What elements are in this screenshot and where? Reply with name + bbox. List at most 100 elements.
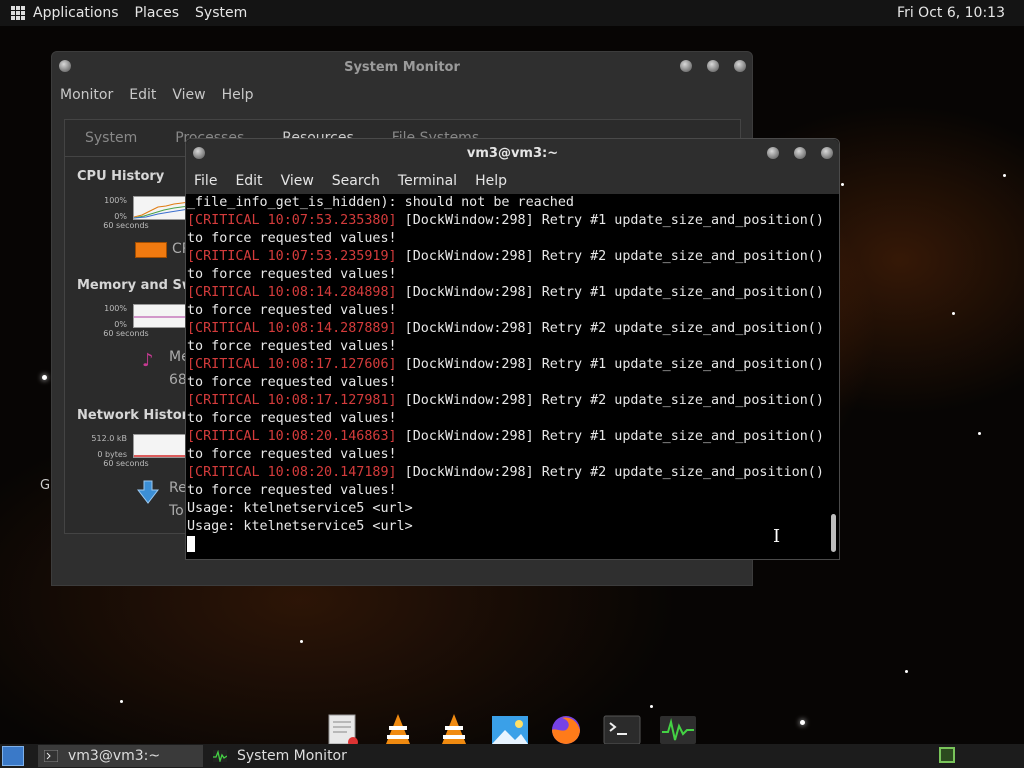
terminal-line: to force requested values! [187, 303, 397, 318]
system-monitor-icon [213, 750, 227, 762]
tab-system[interactable]: System [85, 130, 137, 146]
apps-grid-icon[interactable] [11, 6, 25, 20]
minimize-button[interactable] [680, 60, 692, 72]
menu-view[interactable]: View [172, 87, 205, 103]
terminal-menubar: File Edit View Search Terminal Help [186, 168, 839, 194]
terminal-cursor [187, 536, 195, 552]
cpu-graph-lines [133, 201, 190, 219]
critical-tag: [CRITICAL 10:08:20.146863] [187, 429, 397, 444]
cpu-history-title: CPU History [77, 169, 165, 184]
terminal-titlebar[interactable]: vm3@vm3:~ [186, 139, 839, 168]
terminal-icon[interactable] [603, 712, 641, 745]
star [120, 700, 123, 703]
terminal-title: vm3@vm3:~ [466, 146, 559, 161]
memory-axis-bottom: 0% [114, 320, 127, 329]
memory-axis-top: 100% [104, 304, 127, 313]
star [1003, 174, 1006, 177]
network-axis-bottom: 0 bytes [97, 450, 127, 459]
menu-search[interactable]: Search [332, 173, 380, 189]
menu-system[interactable]: System [195, 5, 247, 21]
terminal-line: to force requested values! [187, 375, 397, 390]
critical-tag: [CRITICAL 10:08:17.127981] [187, 393, 397, 408]
terminal-line: [CRITICAL 10:08:17.127606] [DockWindow:2… [187, 357, 824, 372]
cpu-axis-top: 100% [104, 196, 127, 205]
taskbar-item-system-monitor[interactable]: System Monitor [207, 745, 353, 767]
menu-places[interactable]: Places [135, 5, 180, 21]
terminal-line: [CRITICAL 10:08:14.287889] [DockWindow:2… [187, 321, 824, 336]
desktop-label-fragment: G [40, 478, 51, 493]
critical-tag: [CRITICAL 10:08:14.287889] [187, 321, 397, 336]
firefox-icon[interactable] [547, 712, 585, 744]
star [42, 375, 47, 380]
taskbar-label: System Monitor [237, 748, 347, 764]
maximize-button[interactable] [794, 147, 806, 159]
terminal-line: [CRITICAL 10:08:20.146863] [DockWindow:2… [187, 429, 824, 444]
image-viewer-icon[interactable] [491, 712, 529, 744]
terminal-line: Usage: ktelnetservice5 <url> [187, 501, 413, 516]
text-editor-icon[interactable] [323, 712, 361, 747]
sysmon-titlebar[interactable]: System Monitor [52, 52, 752, 82]
dock [323, 712, 697, 747]
vlc-icon[interactable] [379, 712, 417, 744]
menu-applications[interactable]: Applications [33, 5, 119, 21]
star [300, 640, 303, 643]
sysmon-menubar: Monitor Edit View Help [52, 82, 752, 108]
close-button[interactable] [821, 147, 833, 159]
maximize-button[interactable] [707, 60, 719, 72]
workspace-switcher[interactable] [939, 747, 955, 763]
menu-edit[interactable]: Edit [129, 87, 156, 103]
terminal-line: _file_info_get_is_hidden): should not be… [187, 195, 574, 210]
memory-axis-span: 60 seconds [103, 329, 149, 338]
show-desktop-icon[interactable] [2, 746, 24, 766]
terminal-line: [CRITICAL 10:07:53.235380] [DockWindow:2… [187, 213, 824, 228]
terminal-line: [CRITICAL 10:08:20.147189] [DockWindow:2… [187, 465, 824, 480]
star [650, 705, 653, 708]
cpu-color-swatch[interactable] [135, 242, 167, 258]
network-graph [133, 434, 190, 458]
menu-help[interactable]: Help [475, 173, 507, 189]
menu-edit[interactable]: Edit [235, 173, 262, 189]
taskbar-label: vm3@vm3:~ [68, 748, 161, 764]
taskbar-item-terminal[interactable]: vm3@vm3:~ [38, 745, 203, 767]
network-history-title: Network History [77, 408, 197, 423]
vlc-icon[interactable] [435, 712, 473, 744]
critical-tag: [CRITICAL 10:07:53.235380] [187, 213, 397, 228]
clock[interactable]: Fri Oct 6, 10:13 [897, 5, 1005, 21]
terminal-scrollbar[interactable] [831, 514, 836, 552]
network-graph-lines [134, 455, 189, 457]
terminal-line: [CRITICAL 10:08:14.284898] [DockWindow:2… [187, 285, 824, 300]
cpu-axis-bottom: 0% [114, 212, 127, 221]
terminal-line: Usage: ktelnetservice5 <url> [187, 519, 413, 534]
bottom-panel: vm3@vm3:~ System Monitor [0, 744, 1024, 768]
star [841, 183, 844, 186]
menu-view[interactable]: View [281, 173, 314, 189]
close-button[interactable] [734, 60, 746, 72]
critical-tag: [CRITICAL 10:08:17.127606] [187, 357, 397, 372]
window-menu-button[interactable] [59, 60, 71, 72]
terminal-line: to force requested values! [187, 231, 397, 246]
menu-help[interactable]: Help [222, 87, 254, 103]
terminal-icon [44, 750, 58, 762]
star [978, 432, 981, 435]
terminal-line: to force requested values! [187, 411, 397, 426]
critical-tag: [CRITICAL 10:08:20.147189] [187, 465, 397, 480]
memory-graph [133, 304, 190, 328]
menu-monitor[interactable]: Monitor [60, 87, 113, 103]
window-menu-button[interactable] [193, 147, 205, 159]
menu-terminal[interactable]: Terminal [398, 173, 457, 189]
star [800, 720, 805, 725]
star [952, 312, 955, 315]
star [905, 670, 908, 673]
menu-file[interactable]: File [194, 173, 217, 189]
download-arrow-icon [136, 480, 160, 504]
system-monitor-icon[interactable] [659, 712, 697, 744]
cpu-graph [133, 196, 190, 220]
network-total-partial: To [169, 503, 184, 519]
terminal-line: [CRITICAL 10:08:17.127981] [DockWindow:2… [187, 393, 824, 408]
text-cursor-icon: I [773, 526, 781, 547]
terminal-line: [CRITICAL 10:07:53.235919] [DockWindow:2… [187, 249, 824, 264]
minimize-button[interactable] [767, 147, 779, 159]
memory-graph-lines [134, 316, 189, 318]
terminal-prompt-line [187, 536, 827, 555]
terminal-output[interactable]: _file_info_get_is_hidden): should not be… [187, 194, 827, 556]
